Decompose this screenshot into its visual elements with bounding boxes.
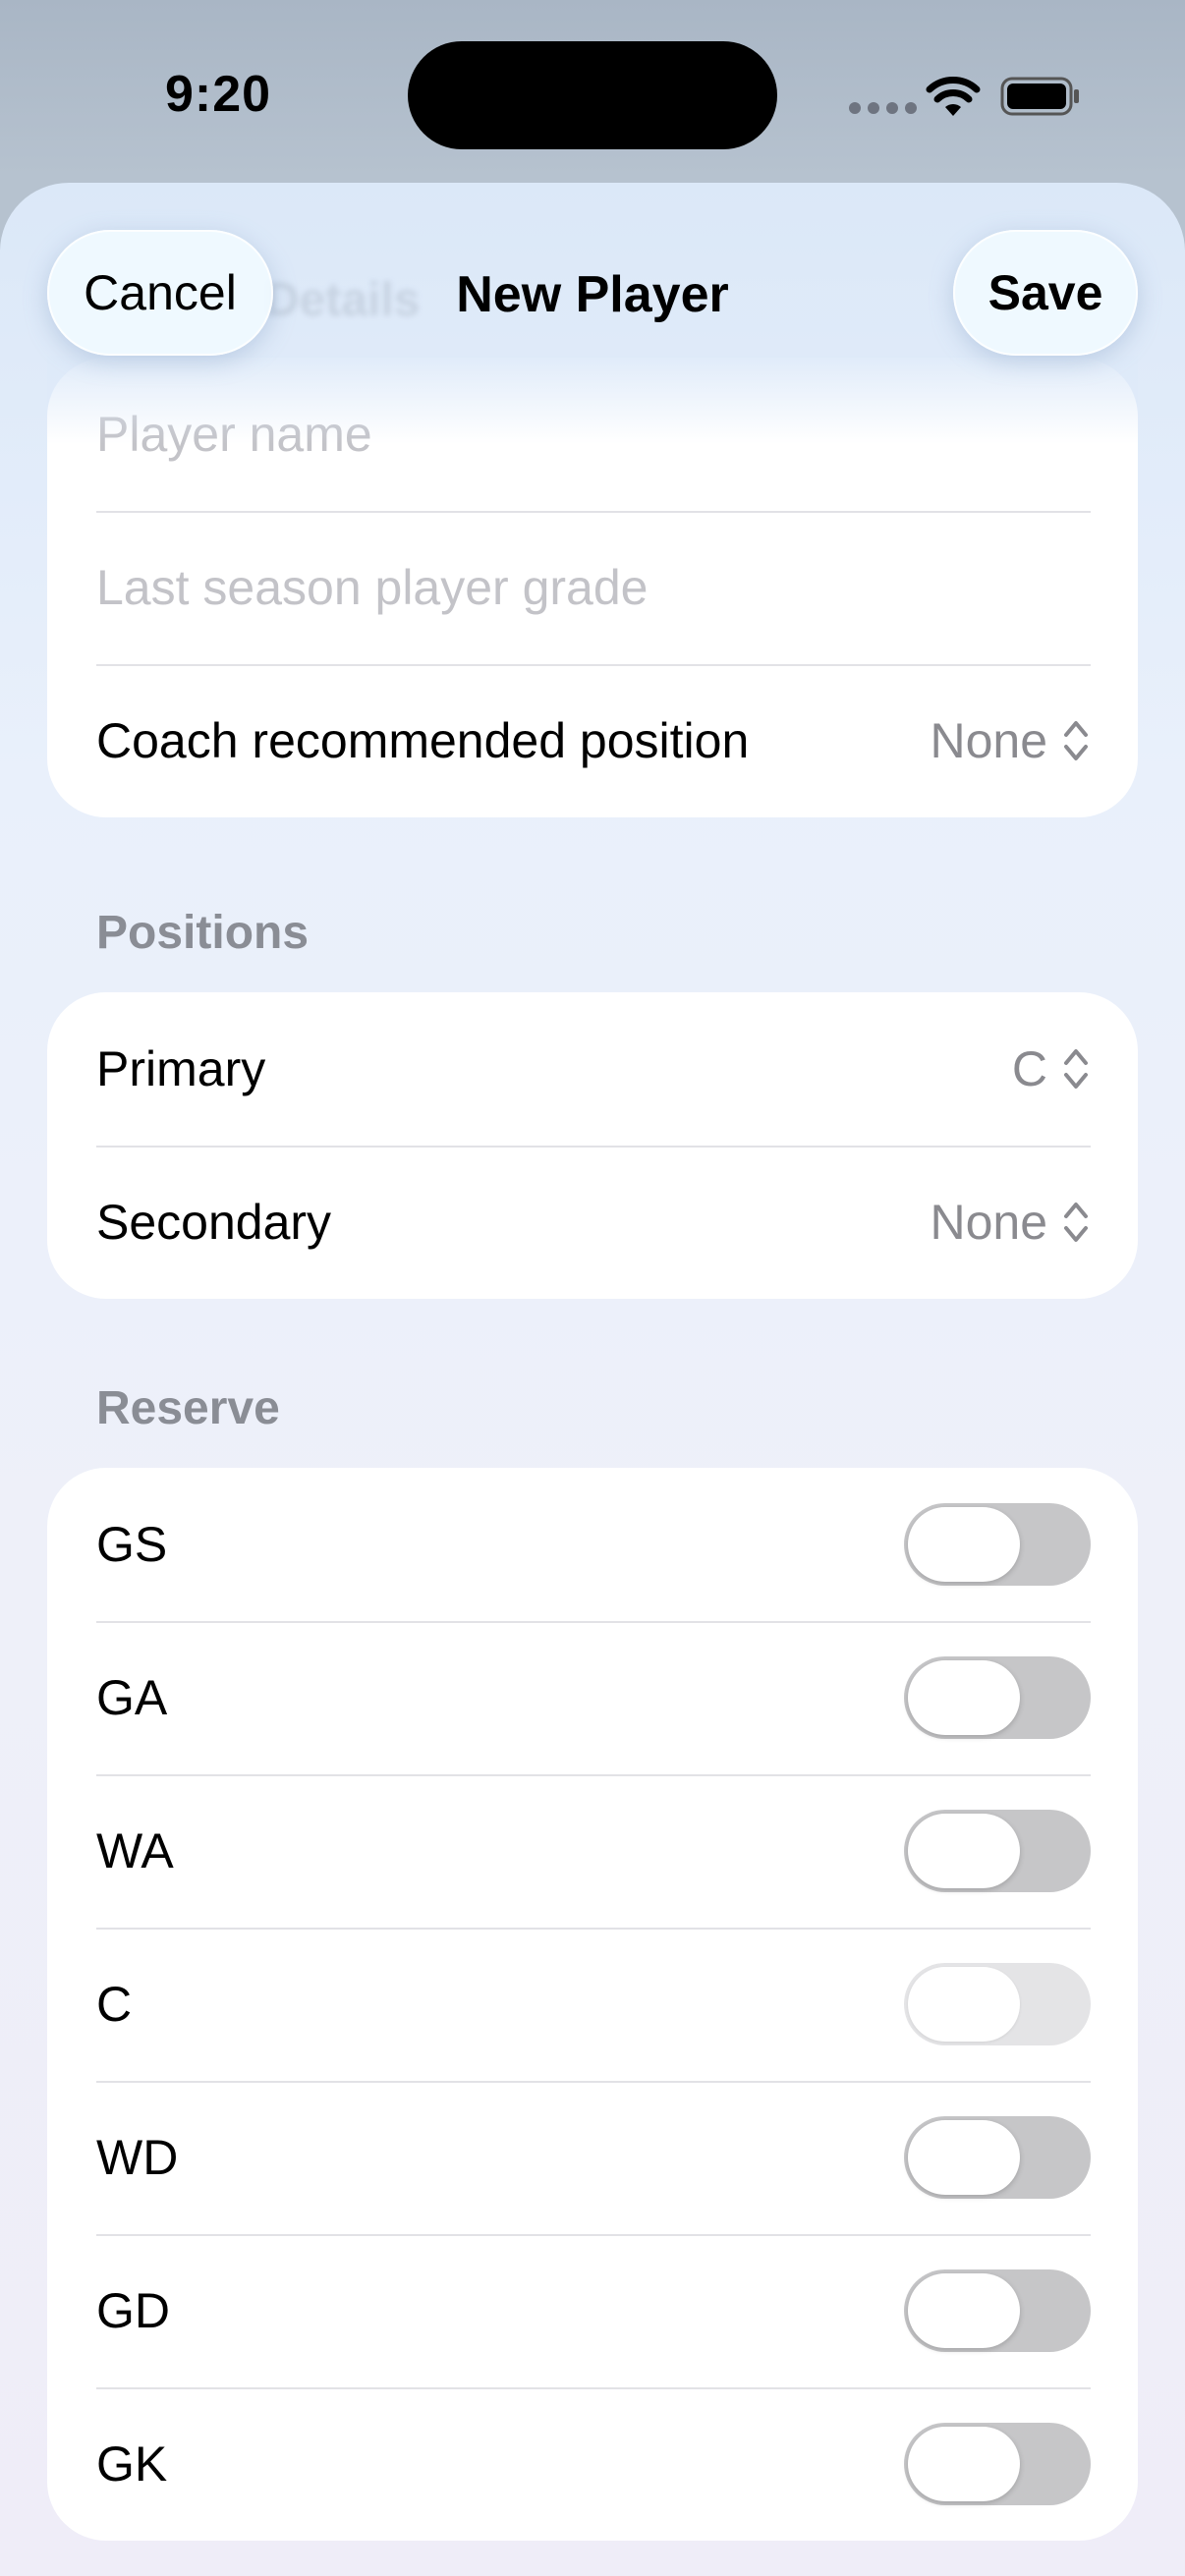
coach-position-row[interactable]: Coach recommended position None xyxy=(47,664,1138,817)
reserve-row-gs: GS xyxy=(47,1468,1138,1621)
status-time: 9:20 xyxy=(165,66,272,123)
reserve-label: WA xyxy=(96,1823,174,1878)
reserve-toggle-c xyxy=(904,1963,1091,2045)
secondary-label: Secondary xyxy=(96,1195,332,1250)
chevron-up-down-icon xyxy=(1064,1049,1088,1089)
positions-header: Positions xyxy=(96,907,310,959)
reserve-row-wa: WA xyxy=(47,1774,1138,1928)
battery-icon xyxy=(1000,77,1079,116)
reserve-toggle-gs[interactable] xyxy=(904,1503,1091,1586)
toggle-knob xyxy=(908,2120,1020,2195)
reserve-label: GA xyxy=(96,1670,168,1725)
toggle-knob xyxy=(908,1814,1020,1888)
wifi-icon xyxy=(926,77,981,116)
cancel-button[interactable]: Cancel xyxy=(47,230,273,356)
details-card: Coach recommended position None xyxy=(47,358,1138,817)
toggle-knob xyxy=(908,1660,1020,1735)
primary-position-row[interactable]: Primary C xyxy=(47,992,1138,1146)
toggle-knob xyxy=(908,1507,1020,1582)
secondary-position-row[interactable]: Secondary None xyxy=(47,1146,1138,1299)
reserve-toggle-wa[interactable] xyxy=(904,1810,1091,1892)
reserve-label: C xyxy=(96,1977,133,2032)
reserve-card: GS GA WA C WD GD GK xyxy=(47,1468,1138,2541)
reserve-label: GK xyxy=(96,2436,168,2492)
cellular-signal-icon xyxy=(849,102,917,114)
toggle-knob xyxy=(908,2427,1020,2501)
screen: 9:20 Details Coach recommended position … xyxy=(0,0,1185,2576)
player-name-input[interactable] xyxy=(96,406,1091,463)
reserve-label: GD xyxy=(96,2283,170,2338)
reserve-toggle-wd[interactable] xyxy=(904,2116,1091,2199)
save-button[interactable]: Save xyxy=(953,230,1138,356)
primary-value: C xyxy=(1011,1041,1047,1096)
reserve-row-wd: WD xyxy=(47,2081,1138,2234)
secondary-position-picker[interactable]: None xyxy=(930,1194,1091,1251)
coach-position-picker[interactable]: None xyxy=(930,712,1091,769)
player-grade-row[interactable] xyxy=(47,511,1138,664)
chevron-up-down-icon xyxy=(1064,721,1088,760)
reserve-row-gd: GD xyxy=(47,2234,1138,2387)
reserve-label: GS xyxy=(96,1517,168,1572)
coach-position-value: None xyxy=(930,713,1047,768)
reserve-toggle-ga[interactable] xyxy=(904,1656,1091,1739)
reserve-header: Reserve xyxy=(96,1382,280,1434)
reserve-toggle-gk[interactable] xyxy=(904,2423,1091,2505)
secondary-value: None xyxy=(930,1195,1047,1250)
player-grade-input[interactable] xyxy=(96,559,1091,616)
primary-position-picker[interactable]: C xyxy=(1012,1040,1091,1097)
positions-card: Primary C Secondary None xyxy=(47,992,1138,1299)
reserve-toggle-gd[interactable] xyxy=(904,2269,1091,2352)
chevron-up-down-icon xyxy=(1064,1203,1088,1242)
player-name-row[interactable] xyxy=(47,358,1138,511)
toggle-knob xyxy=(908,2273,1020,2348)
reserve-label: WD xyxy=(96,2130,179,2185)
new-player-sheet: Details Coach recommended position None xyxy=(0,183,1185,2576)
reserve-row-c: C xyxy=(47,1928,1138,2081)
reserve-row-ga: GA xyxy=(47,1621,1138,1774)
toggle-knob xyxy=(908,1967,1020,2042)
dynamic-island xyxy=(408,41,777,149)
coach-position-label: Coach recommended position xyxy=(96,713,750,768)
primary-label: Primary xyxy=(96,1041,266,1096)
reserve-row-gk: GK xyxy=(47,2387,1138,2541)
